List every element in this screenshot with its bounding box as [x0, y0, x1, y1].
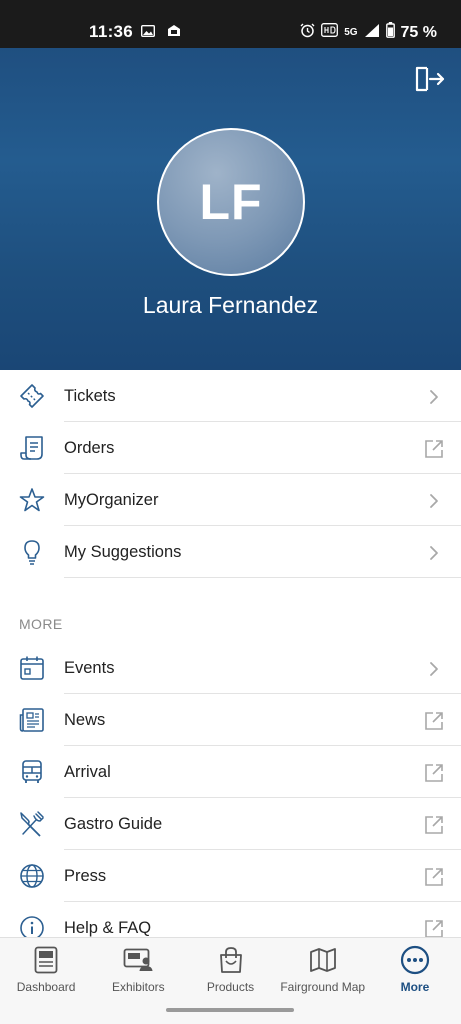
menu-item-arrival[interactable]: Arrival — [0, 746, 461, 798]
menu-item-my-suggestions[interactable]: My Suggestions — [0, 526, 461, 578]
status-time: 11:36 — [89, 22, 134, 41]
chevron-right-icon — [423, 386, 445, 408]
globe-icon — [18, 862, 46, 890]
star-icon — [18, 486, 46, 514]
nav-label: Fairground Map — [280, 980, 366, 994]
chevron-right-icon — [423, 490, 445, 512]
calendar-icon — [18, 654, 46, 682]
nav-more[interactable]: More — [369, 938, 461, 1001]
divider — [64, 577, 461, 578]
bus-icon — [18, 758, 46, 786]
external-link-icon — [423, 762, 445, 784]
avatar: LF — [157, 128, 305, 276]
map-icon — [306, 945, 340, 975]
gesture-area — [0, 1001, 461, 1024]
menu-item-label: My Suggestions — [64, 542, 182, 561]
menu-item-label: Gastro Guide — [64, 814, 163, 833]
nav-exhibitors[interactable]: Exhibitors — [92, 938, 184, 1001]
nav-products[interactable]: Products — [184, 938, 276, 1001]
hd-voice-icon — [321, 23, 339, 42]
external-link-icon — [423, 710, 445, 732]
user-name: Laura Fernandez — [142, 292, 319, 318]
menu-item-orders[interactable]: Orders — [0, 422, 461, 474]
nav-dashboard[interactable]: Dashboard — [0, 938, 92, 1001]
alarm-icon — [300, 23, 315, 43]
profile-menu: Tickets Orders MyOrganizer My Suggestion… — [0, 370, 461, 954]
logout-button[interactable] — [413, 64, 445, 94]
menu-item-label: MyOrganizer — [64, 490, 159, 509]
more-icon — [398, 945, 432, 975]
lightbulb-icon — [18, 538, 46, 566]
ticket-icon — [18, 382, 46, 410]
shopping-bag-icon — [214, 945, 248, 975]
menu-item-tickets[interactable]: Tickets — [0, 370, 461, 422]
battery-icon — [385, 22, 395, 43]
external-link-icon — [423, 438, 445, 460]
menu-item-label: Tickets — [64, 386, 116, 405]
menu-item-label: Events — [64, 658, 115, 677]
nav-label: Products — [206, 980, 255, 994]
cutlery-icon — [18, 810, 46, 838]
menu-item-press[interactable]: Press — [0, 850, 461, 902]
profile-header: LF Laura Fernandez — [0, 48, 461, 370]
menu-item-gastro-guide[interactable]: Gastro Guide — [0, 798, 461, 850]
dashboard-icon — [29, 945, 63, 975]
nav-label: More — [400, 980, 430, 994]
chevron-right-icon — [423, 658, 445, 680]
section-title-more: MORE — [19, 616, 63, 632]
menu-item-label: Orders — [64, 438, 115, 457]
battery-percentage: 75 % — [400, 23, 437, 41]
exhibitors-icon — [121, 945, 155, 975]
receipt-icon — [18, 434, 46, 462]
signal-icon — [364, 23, 380, 43]
menu-item-label: Help & FAQ — [64, 918, 152, 937]
external-link-icon — [423, 814, 445, 836]
menu-item-label: News — [64, 710, 106, 729]
external-link-icon — [423, 866, 445, 888]
menu-item-label: Arrival — [64, 762, 111, 781]
logout-icon — [415, 66, 445, 92]
menu-item-events[interactable]: Events — [0, 642, 461, 694]
notification-icons — [140, 24, 181, 42]
avatar-initials: LF — [199, 174, 263, 230]
gallery-icon — [140, 24, 156, 42]
system-icons: 5G 75 % — [300, 22, 437, 43]
newspaper-icon — [18, 706, 46, 734]
nav-label: Exhibitors — [111, 980, 165, 994]
status-bar: 11:36 5G 75 % — [0, 0, 461, 48]
home-gesture-bar[interactable] — [166, 1008, 294, 1012]
menu-item-news[interactable]: News — [0, 694, 461, 746]
nav-fairground-map[interactable]: Fairground Map — [277, 938, 369, 1001]
menu-item-myorganizer[interactable]: MyOrganizer — [0, 474, 461, 526]
network-type: 5G — [344, 26, 358, 38]
app-notification-icon — [167, 24, 181, 42]
menu-item-label: Press — [64, 866, 107, 885]
nav-label: Dashboard — [16, 980, 76, 994]
chevron-right-icon — [423, 542, 445, 564]
bottom-navigation: Dashboard Exhibitors Products Fairground… — [0, 937, 461, 1001]
